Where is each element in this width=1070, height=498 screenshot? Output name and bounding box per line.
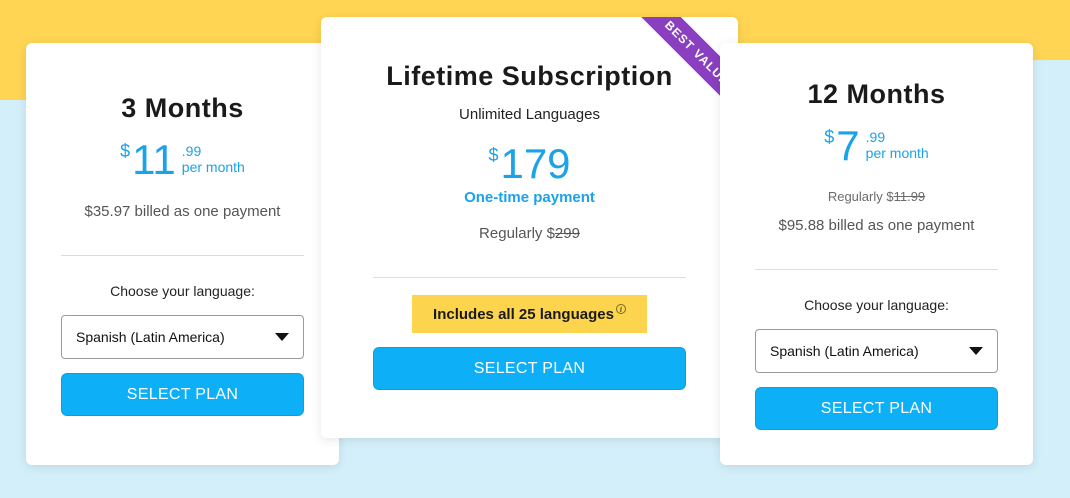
plan-card-lifetime: BEST VALUE Lifetime Subscription Unlimit… <box>321 17 738 438</box>
regular-price: Regularly $11.99 <box>720 189 1033 204</box>
price-currency: $ <box>824 127 835 147</box>
price-amount: 179 <box>500 140 571 187</box>
regular-price-value: 299 <box>554 225 580 242</box>
choose-language-label: Choose your language: <box>110 283 255 299</box>
language-select[interactable]: Spanish (Latin America) <box>61 315 304 359</box>
plan-price: $ 179 <box>321 143 738 185</box>
plan-title: 12 Months <box>807 79 946 109</box>
regular-price-value: 11.99 <box>893 189 926 204</box>
billing-note: $35.97 billed as one payment <box>84 203 281 220</box>
info-icon[interactable]: i <box>615 304 626 314</box>
includes-languages-badge: Includes all 25 languages i <box>412 295 647 333</box>
plan-subtitle: Unlimited Languages <box>459 106 600 123</box>
price-cents: .99 <box>865 129 886 145</box>
regular-price-prefix: Regularly $ <box>479 225 555 242</box>
price-period: per month <box>865 145 929 161</box>
regular-price-prefix: Regularly $ <box>827 189 894 204</box>
select-plan-button[interactable]: SELECT PLAN <box>373 347 686 390</box>
language-select-value: Spanish (Latin America) <box>770 343 919 359</box>
divider <box>61 255 304 256</box>
divider <box>373 277 686 278</box>
select-plan-button[interactable]: SELECT PLAN <box>755 387 998 430</box>
price-amount: 11 <box>132 136 176 183</box>
payment-note: One-time payment <box>464 189 595 206</box>
plan-title: 3 Months <box>121 93 244 123</box>
price-period: per month <box>181 159 245 175</box>
plan-price: $ 7 .99 per month <box>720 125 1033 167</box>
language-select[interactable]: Spanish (Latin America) <box>755 329 998 373</box>
plan-card-12-months: 12 Months $ 7 .99 per month Regularly $1… <box>720 43 1033 465</box>
regular-price: Regularly $299 <box>321 225 738 242</box>
select-plan-button[interactable]: SELECT PLAN <box>61 373 304 416</box>
divider <box>755 269 998 270</box>
plan-price: $ 11 .99 per month <box>26 139 339 181</box>
includes-text: Includes all 25 languages <box>433 305 614 323</box>
choose-language-label: Choose your language: <box>804 297 949 313</box>
billing-note: $95.88 billed as one payment <box>778 217 975 234</box>
chevron-down-icon <box>969 347 983 355</box>
language-select-value: Spanish (Latin America) <box>76 329 225 345</box>
chevron-down-icon <box>275 333 289 341</box>
plan-title: Lifetime Subscription <box>386 61 673 91</box>
price-currency: $ <box>120 141 131 161</box>
price-currency: $ <box>488 145 499 165</box>
plan-card-3-months: 3 Months $ 11 .99 per month $35.97 bille… <box>26 43 339 465</box>
price-amount: 7 <box>836 122 860 169</box>
price-cents: .99 <box>181 143 202 159</box>
